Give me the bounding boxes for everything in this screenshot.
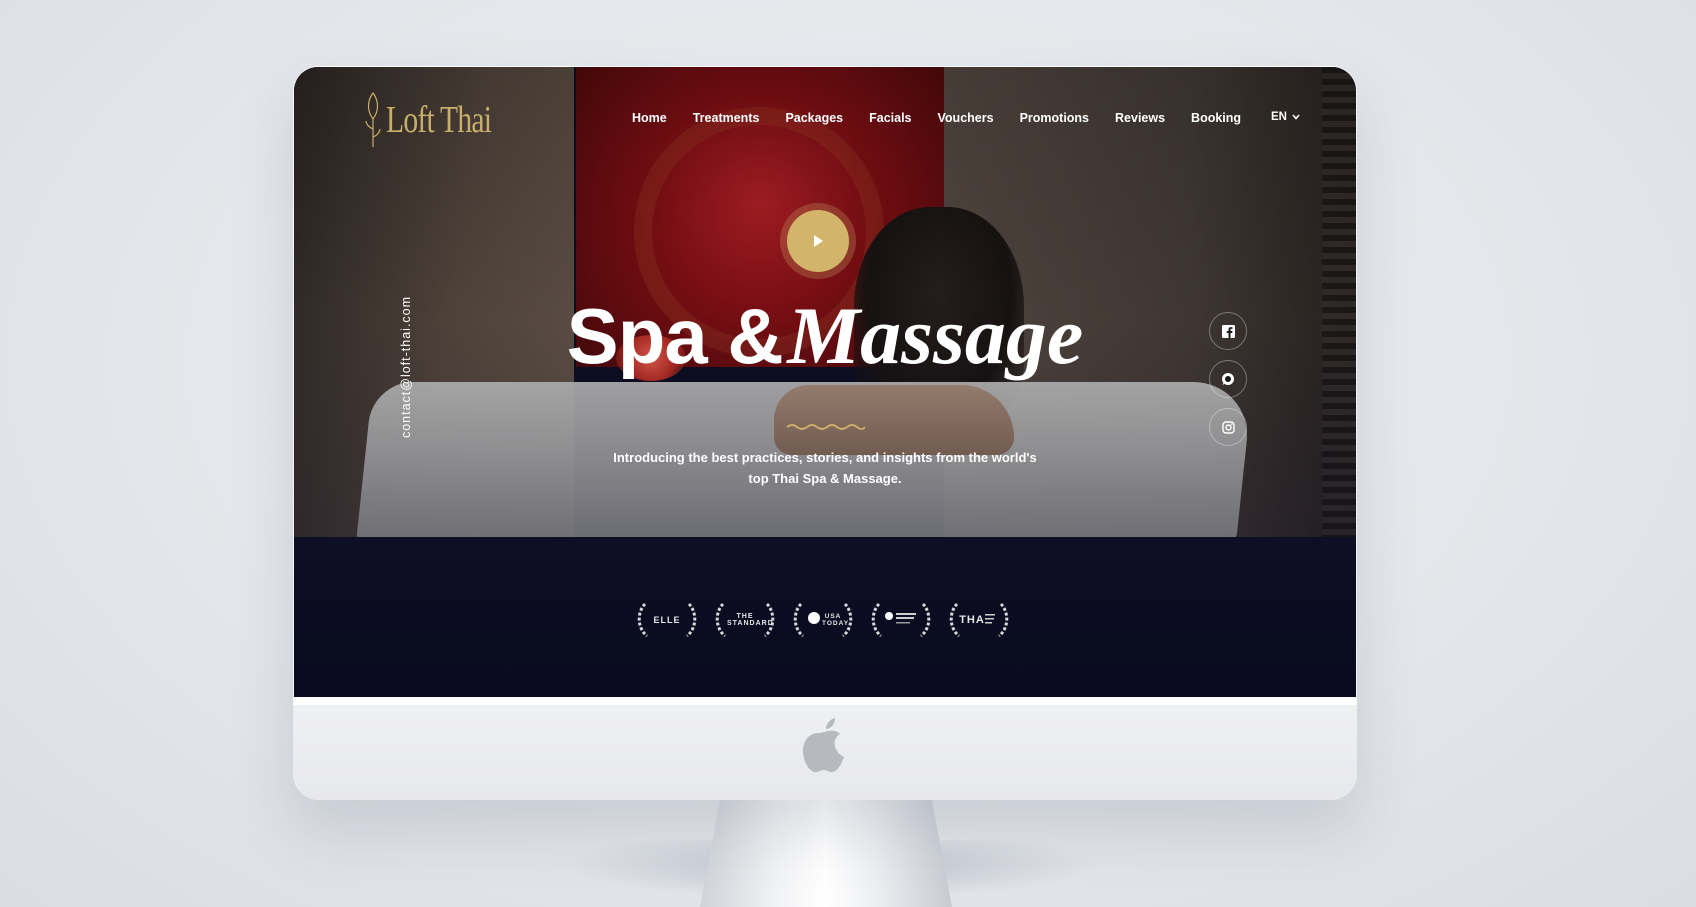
instagram-button[interactable]: [1209, 408, 1247, 446]
facebook-icon: [1221, 324, 1235, 338]
awards-row: ELLE THE STANDARD USA TODAY THA: [635, 600, 1011, 640]
decorative-squiggle: [786, 424, 865, 430]
hero-title-accent: Massage: [787, 290, 1084, 381]
play-icon: [814, 235, 823, 247]
chat-button[interactable]: [1209, 360, 1247, 398]
facebook-button[interactable]: [1209, 312, 1247, 350]
chat-icon: [1222, 373, 1234, 385]
contact-email-link[interactable]: contact@loft-thai.com: [399, 296, 413, 438]
main-nav: Home Treatments Packages Facials Voucher…: [632, 111, 1267, 125]
nav-packages[interactable]: Packages: [785, 111, 843, 125]
award-usa-today: USA TODAY: [791, 600, 855, 640]
language-label: EN: [1271, 111, 1287, 123]
award-tha-label: THA: [959, 613, 985, 626]
hero-subtitle: Introducing the best practices, stories,…: [613, 450, 1037, 486]
monitor-stand: [700, 800, 952, 907]
award-the-standard: THE STANDARD: [713, 600, 777, 640]
laurel-icon: [871, 602, 931, 638]
instagram-icon: [1221, 420, 1235, 434]
nav-facials[interactable]: Facials: [869, 111, 911, 125]
play-button-circle: [787, 210, 849, 272]
language-selector[interactable]: EN: [1271, 111, 1300, 123]
logo-text: Loft Thai: [386, 99, 492, 141]
site-logo[interactable]: Loft Thai: [364, 85, 521, 155]
website-screen: Loft Thai Home Treatments Packages Facia…: [294, 67, 1356, 697]
play-video-button[interactable]: [780, 203, 856, 279]
award-elle: ELLE: [635, 600, 699, 640]
award-tha: THA: [947, 600, 1011, 640]
award-elle-label: ELLE: [653, 614, 681, 625]
award-usa-today-label: USA TODAY: [822, 613, 850, 627]
chevron-down-icon: [1292, 114, 1300, 120]
hero-title-main: Spa &: [566, 292, 784, 380]
award-international-spa: [869, 600, 933, 640]
nav-booking[interactable]: Booking: [1191, 111, 1241, 125]
award-the-standard-label: THE STANDARD: [727, 613, 774, 627]
nav-treatments[interactable]: Treatments: [693, 111, 760, 125]
nav-promotions[interactable]: Promotions: [1020, 111, 1089, 125]
nav-home[interactable]: Home: [632, 111, 667, 125]
nav-reviews[interactable]: Reviews: [1115, 111, 1165, 125]
lotus-leaf-icon: [365, 91, 381, 147]
nav-vouchers[interactable]: Vouchers: [938, 111, 994, 125]
hero-title: Spa & Massage: [294, 289, 1356, 383]
apple-logo-icon: [803, 718, 844, 773]
